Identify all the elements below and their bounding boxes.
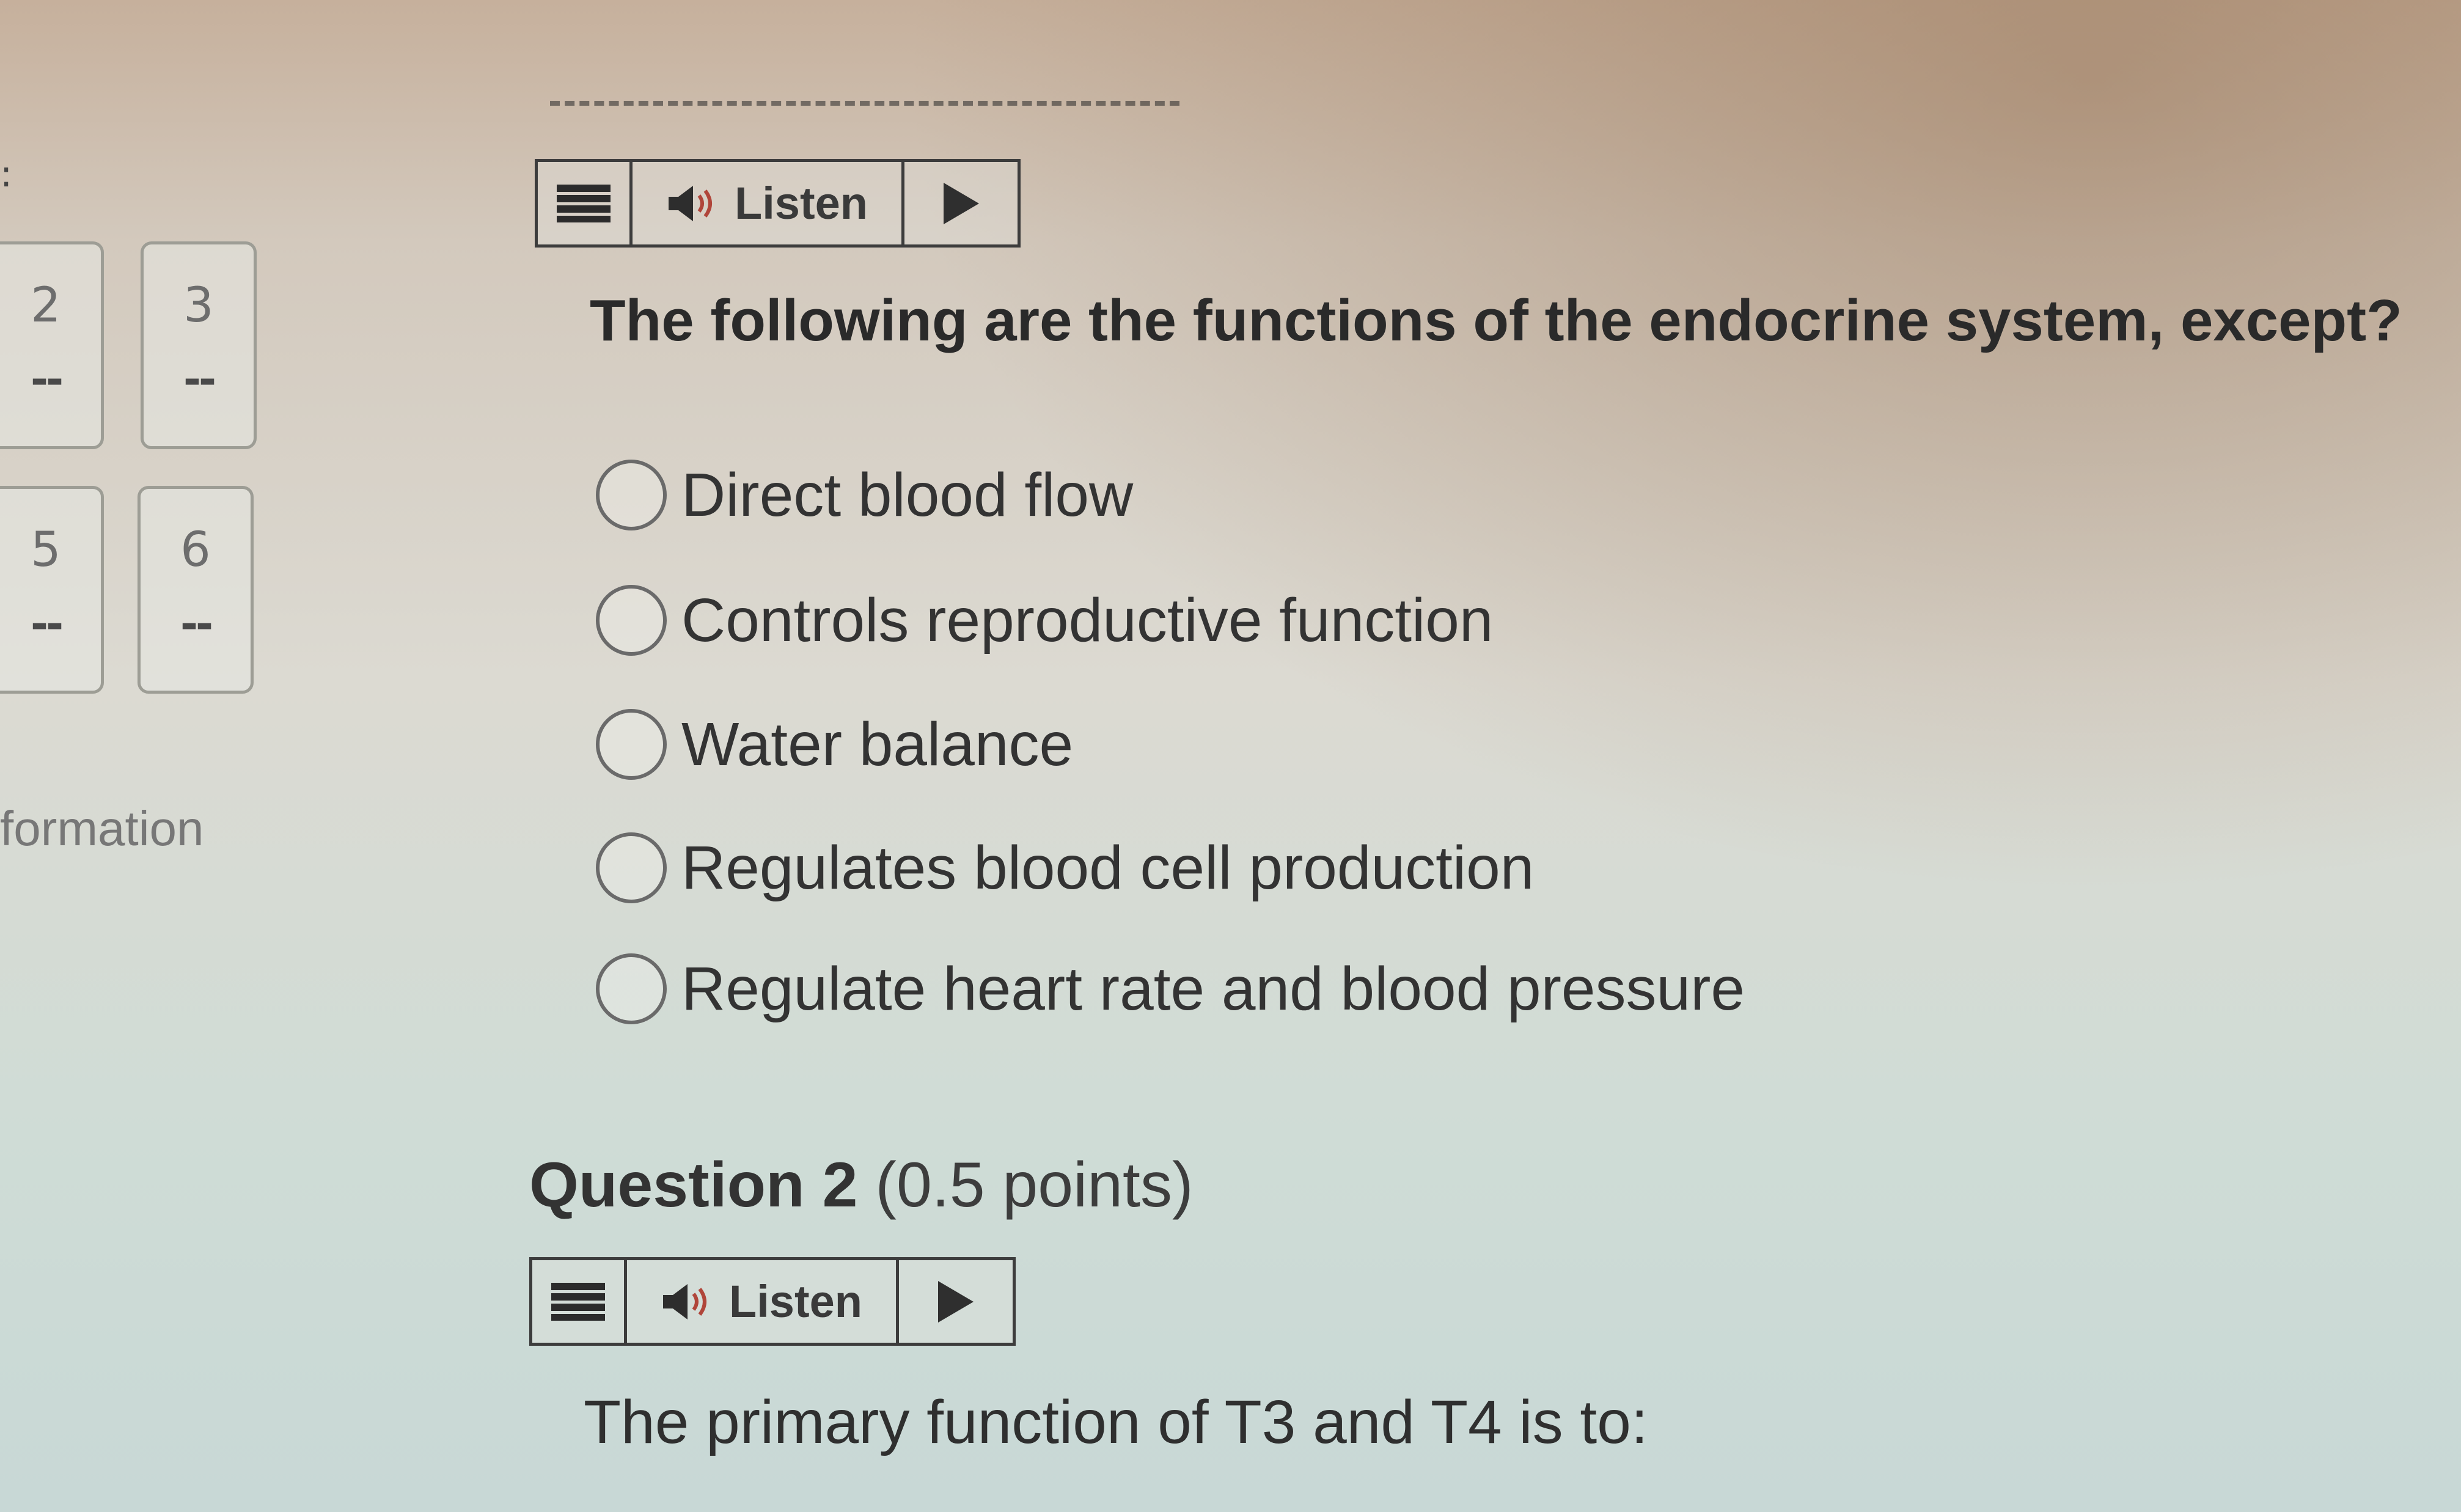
radio-button[interactable] bbox=[596, 832, 667, 903]
answer-option-label[interactable]: Water balance bbox=[681, 710, 1073, 780]
listen-play-button[interactable] bbox=[899, 1260, 1013, 1343]
play-icon bbox=[938, 1280, 974, 1323]
listen-toolbar-q1: Listen bbox=[535, 159, 1021, 248]
listen-label: Listen bbox=[735, 178, 868, 229]
hamburger-menu-icon bbox=[551, 1282, 605, 1321]
question-points: (0.5 points) bbox=[875, 1150, 1194, 1220]
question-nav-status: -- bbox=[180, 599, 213, 649]
answer-option[interactable]: Regulates blood cell production bbox=[596, 825, 1534, 911]
question-number: Question 2 bbox=[529, 1150, 858, 1220]
answer-option[interactable]: Controls reproductive function bbox=[596, 578, 1493, 663]
cropped-colon-mark: : bbox=[0, 153, 13, 196]
answer-option-label[interactable]: Controls reproductive function bbox=[681, 585, 1493, 656]
answer-option[interactable]: Water balance bbox=[596, 702, 1073, 787]
answer-option-label[interactable]: Regulate heart rate and blood pressure bbox=[681, 954, 1745, 1024]
question-nav-tile-5[interactable]: 5 -- bbox=[0, 486, 104, 694]
listen-play-button[interactable] bbox=[904, 162, 1018, 244]
listen-menu-button[interactable] bbox=[532, 1260, 627, 1343]
question-nav-tile-2[interactable]: 2 -- bbox=[0, 241, 104, 449]
radio-button[interactable] bbox=[596, 460, 667, 530]
question-nav-status: -- bbox=[30, 354, 64, 405]
listen-label: Listen bbox=[729, 1276, 862, 1327]
hamburger-menu-icon bbox=[557, 184, 611, 222]
radio-button[interactable] bbox=[596, 953, 667, 1024]
answer-option-label[interactable]: Regulates blood cell production bbox=[681, 833, 1534, 903]
cropped-heading-fragment bbox=[550, 101, 1179, 111]
listen-toolbar-q2: Listen bbox=[529, 1257, 1016, 1346]
speaker-icon bbox=[663, 1283, 707, 1319]
answer-option[interactable]: Direct blood flow bbox=[596, 452, 1133, 538]
question-nav-number: 5 bbox=[31, 523, 61, 578]
listen-menu-button[interactable] bbox=[538, 162, 633, 244]
listen-button[interactable]: Listen bbox=[633, 162, 904, 244]
question-1-prompt: The following are the functions of the e… bbox=[590, 288, 2402, 353]
question-nav-tile-6[interactable]: 6 -- bbox=[138, 486, 254, 694]
answer-option-label[interactable]: Direct blood flow bbox=[681, 460, 1133, 530]
speaker-icon bbox=[669, 185, 713, 221]
radio-button[interactable] bbox=[596, 585, 667, 656]
radio-button[interactable] bbox=[596, 709, 667, 780]
question-2-heading: Question 2 (0.5 points) bbox=[529, 1149, 1194, 1222]
question-nav-number: 6 bbox=[180, 523, 211, 578]
play-icon bbox=[943, 182, 979, 224]
question-nav-status: -- bbox=[30, 599, 64, 649]
listen-button[interactable]: Listen bbox=[627, 1260, 899, 1343]
question-nav-number: 2 bbox=[31, 278, 61, 333]
sidebar-information-label[interactable]: formation bbox=[0, 801, 204, 857]
question-nav-status: -- bbox=[183, 354, 216, 405]
question-2-prompt: The primary function of T3 and T4 is to: bbox=[584, 1388, 1648, 1456]
question-nav-tile-3[interactable]: 3 -- bbox=[141, 241, 257, 449]
answer-option[interactable]: Regulate heart rate and blood pressure bbox=[596, 946, 1745, 1032]
question-nav-number: 3 bbox=[183, 278, 214, 333]
